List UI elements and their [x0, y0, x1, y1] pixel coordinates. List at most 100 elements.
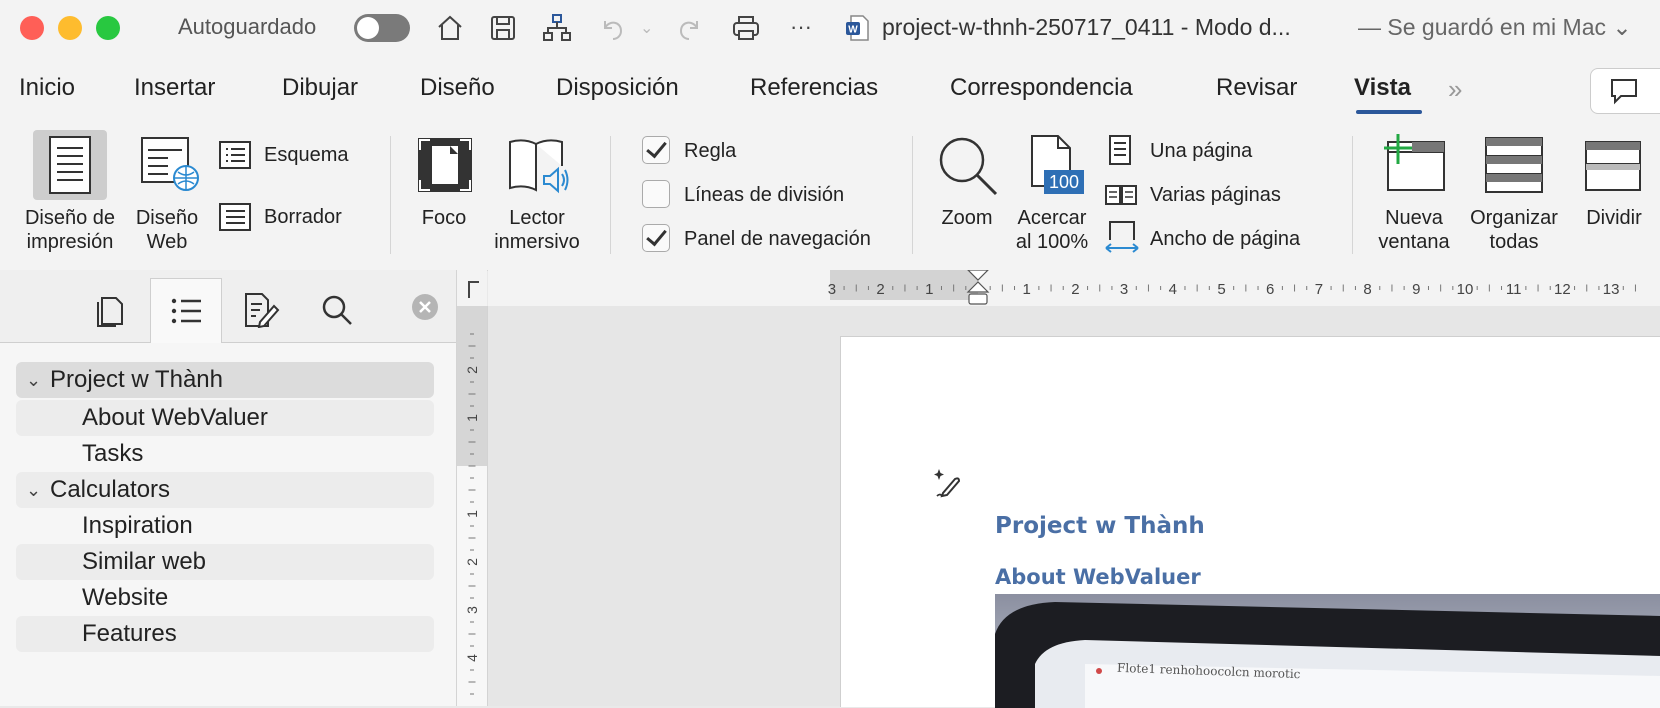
horizontal-ruler[interactable]: 3 2 1 1 2 3 4 5 6 7 8 9 10 11 12 13	[488, 270, 1660, 307]
ruler-label: 2	[876, 281, 884, 298]
ruler-label: 11	[1506, 281, 1522, 298]
horizontal-ruler-ticks: 3 2 1 1 2 3 4 5 6 7 8 9 10 11 12 13	[828, 281, 1636, 298]
print-layout-button[interactable]	[33, 130, 107, 200]
web-layout-icon[interactable]	[138, 134, 200, 196]
headings-list-icon	[171, 298, 201, 324]
more-tabs-icon[interactable]: »	[1448, 74, 1462, 105]
nav-item-tasks[interactable]: Tasks	[16, 436, 434, 472]
arrange-all-icon[interactable]	[1484, 136, 1544, 194]
ruler-label: 6	[1266, 281, 1274, 298]
nav-item-similar-web[interactable]: Similar web	[16, 544, 434, 580]
undo-dropdown-icon[interactable]: ⌄	[640, 18, 653, 38]
print-icon[interactable]	[728, 10, 764, 46]
chevron-down-icon[interactable]: ⌄	[26, 472, 41, 508]
tab-stop-selector[interactable]	[457, 270, 487, 306]
gridlines-checkbox[interactable]	[642, 180, 670, 208]
autosave-toggle[interactable]	[354, 14, 410, 42]
nav-item-label: About WebValuer	[82, 404, 268, 431]
document-heading-2[interactable]: About WebValuer	[995, 565, 1201, 589]
close-window-button[interactable]	[20, 16, 44, 40]
new-window-icon[interactable]	[1382, 132, 1448, 196]
autosave-label: Autoguardado	[178, 14, 317, 39]
tab-inicio[interactable]: Inicio	[19, 74, 75, 102]
print-layout-icon	[49, 136, 91, 194]
ruler-label: Regla	[684, 140, 737, 162]
save-icon[interactable]	[485, 10, 521, 46]
ruler-label: 3	[464, 606, 480, 614]
ruler-label: 9	[1412, 281, 1420, 298]
tab-referencias[interactable]: Referencias	[750, 74, 878, 102]
new-window-label[interactable]: Nueva ventana	[1368, 206, 1460, 254]
thumbnails-icon	[97, 297, 123, 327]
nav-tab-thumbnails[interactable]	[74, 278, 144, 342]
laptop-illustration	[995, 602, 1660, 708]
outline-button[interactable]: Esquema	[264, 144, 349, 167]
split-label[interactable]: Dividir	[1572, 206, 1656, 230]
redo-icon[interactable]	[672, 10, 708, 46]
tab-correspondencia[interactable]: Correspondencia	[950, 74, 1133, 102]
laptop-image[interactable]: Flote1 renhohoocolcn morotic	[995, 594, 1660, 708]
zoom-label[interactable]: Zoom	[930, 206, 1004, 230]
page-width-icon[interactable]	[1104, 220, 1140, 254]
tab-diseno[interactable]: Diseño	[420, 74, 495, 102]
immersive-reader-icon[interactable]	[506, 136, 570, 196]
nav-tab-search[interactable]	[302, 278, 372, 342]
one-page-icon[interactable]	[1108, 134, 1132, 166]
arrange-all-label[interactable]: Organizar todas	[1462, 206, 1566, 254]
ruler-label: 4	[464, 654, 480, 662]
nav-item-calculators[interactable]: ⌄ Calculators	[16, 472, 434, 508]
tab-disposicion[interactable]: Disposición	[556, 74, 679, 102]
nav-item-project[interactable]: ⌄ Project w Thành	[16, 362, 434, 398]
indent-marker-icon[interactable]	[966, 270, 990, 306]
zoom-100-label[interactable]: Acercar al 100%	[1004, 206, 1100, 254]
structure-icon[interactable]	[539, 10, 575, 46]
close-nav-pane-icon[interactable]	[412, 294, 438, 320]
draft-button[interactable]: Borrador	[264, 206, 342, 229]
minimize-window-button[interactable]	[58, 16, 82, 40]
edit-document-icon	[245, 293, 280, 328]
svg-text:W: W	[848, 25, 858, 36]
document-heading-1[interactable]: Project w Thành	[995, 513, 1205, 539]
word-document-icon: W	[840, 10, 876, 46]
tab-vista[interactable]: Vista	[1354, 74, 1411, 102]
nav-item-label: Inspiration	[82, 512, 193, 539]
page-width-button[interactable]: Ancho de página	[1150, 228, 1300, 251]
outline-icon[interactable]	[218, 140, 252, 170]
tab-insertar[interactable]: Insertar	[134, 74, 215, 102]
nav-pane-checkbox[interactable]	[642, 224, 670, 252]
nav-tab-headings[interactable]	[150, 278, 222, 343]
chevron-down-icon[interactable]: ⌄	[26, 362, 41, 398]
one-page-button[interactable]: Una página	[1150, 140, 1252, 163]
tab-revisar[interactable]: Revisar	[1216, 74, 1297, 102]
ribbon-vista: Diseño de impresión Diseño Web Esquema B…	[0, 116, 1660, 271]
web-layout-label[interactable]: Diseño Web	[130, 206, 204, 254]
focus-icon[interactable]	[416, 136, 474, 194]
nav-item-features[interactable]: Features	[16, 616, 434, 652]
search-icon	[322, 295, 352, 325]
home-icon[interactable]	[432, 10, 468, 46]
focus-label[interactable]: Foco	[404, 206, 484, 230]
nav-tab-comments[interactable]	[226, 278, 296, 342]
nav-item-website[interactable]: Website	[16, 580, 434, 616]
tab-dibujar[interactable]: Dibujar	[282, 74, 358, 102]
undo-icon[interactable]	[594, 10, 630, 46]
split-icon[interactable]	[1584, 140, 1642, 192]
nav-item-label: Project w Thành	[50, 366, 223, 393]
multiple-pages-icon[interactable]	[1104, 184, 1138, 206]
ribbon-separator	[912, 136, 913, 254]
ruler-checkbox[interactable]	[642, 136, 670, 164]
more-commands-icon[interactable]: ···	[790, 14, 812, 40]
ruler-label: 1	[464, 414, 480, 422]
zoom-icon[interactable]	[936, 134, 1000, 198]
vertical-ruler[interactable]: 2 1 1 2 3 4	[457, 306, 488, 706]
draft-icon[interactable]	[218, 202, 252, 232]
comments-button[interactable]	[1590, 68, 1660, 114]
multiple-pages-button[interactable]: Varias páginas	[1150, 184, 1281, 207]
save-status[interactable]: — Se guardó en mi Mac ⌄	[1358, 14, 1632, 41]
nav-item-about[interactable]: About WebValuer	[16, 400, 434, 436]
zoom-window-button[interactable]	[96, 16, 120, 40]
copilot-draft-icon[interactable]	[931, 465, 965, 499]
immersive-reader-label[interactable]: Lector inmersivo	[482, 206, 592, 254]
document-page[interactable]: Project w Thành About WebValuer Flote1 r…	[840, 336, 1660, 708]
nav-item-inspiration[interactable]: Inspiration	[16, 508, 434, 544]
